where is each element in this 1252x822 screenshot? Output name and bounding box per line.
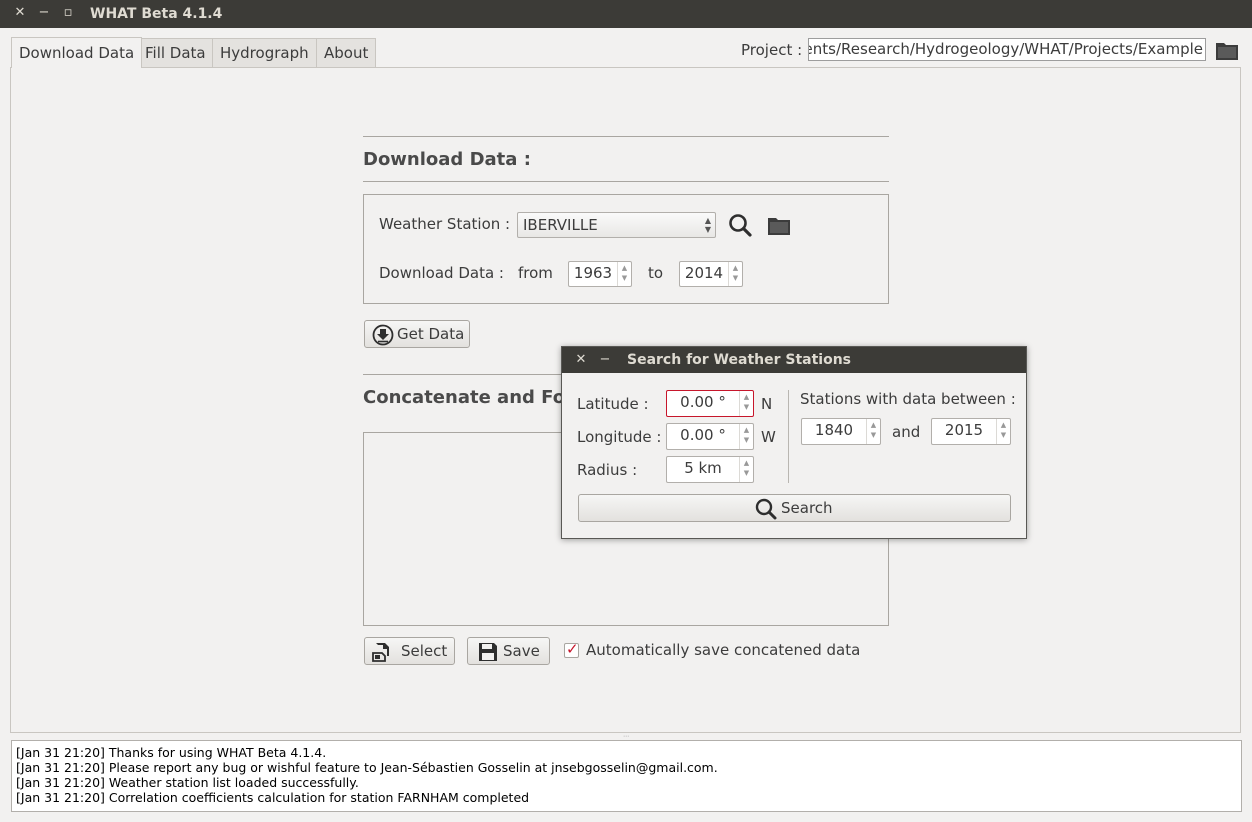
- console-log: [Jan 31 21:20] Thanks for using WHAT Bet…: [11, 740, 1242, 812]
- checkmark-icon: ✓: [566, 640, 579, 658]
- tab-hydrograph[interactable]: Hydrograph: [212, 38, 317, 68]
- dialog-close-icon[interactable]: ✕: [574, 352, 588, 368]
- longitude-label: Longitude :: [577, 428, 662, 446]
- longitude-value: 0.00 °: [680, 426, 726, 444]
- project-path-text: ents/Research/Hydrogeology/WHAT/Projects…: [808, 40, 1203, 58]
- download-section-title: Download Data :: [363, 149, 531, 170]
- save-icon: [477, 641, 499, 663]
- project-label: Project :: [741, 41, 803, 59]
- select-files-icon: [371, 641, 393, 663]
- select-label: Select: [401, 642, 448, 660]
- latitude-spinbox[interactable]: 0.00 ° ▲ ▼: [666, 390, 754, 417]
- save-button[interactable]: Save: [467, 637, 550, 665]
- spin-arrows-icon[interactable]: ▲ ▼: [739, 424, 753, 449]
- download-icon: [372, 324, 394, 346]
- from-label: from: [518, 264, 553, 282]
- to-label: to: [648, 264, 664, 282]
- search-stations-icon[interactable]: [727, 212, 753, 238]
- latitude-value: 0.00 °: [680, 393, 726, 411]
- weather-station-label: Weather Station :: [379, 215, 511, 233]
- station-year-from-spinbox[interactable]: 1840 ▲ ▼: [801, 418, 881, 445]
- save-label: Save: [503, 642, 540, 660]
- station-year-to-spinbox[interactable]: 2015 ▲ ▼: [931, 418, 1011, 445]
- download-data-range-label: Download Data :: [379, 264, 504, 282]
- download-settings-box: [363, 194, 889, 304]
- dialog-minimize-icon[interactable]: −: [598, 352, 612, 368]
- year-to-spinbox[interactable]: 2014 ▲ ▼: [679, 261, 743, 287]
- console-line: [Jan 31 21:20] Correlation coefficients …: [16, 790, 530, 805]
- and-label: and: [892, 423, 921, 441]
- weather-station-combobox[interactable]: IBERVILLE ▲ ▼: [517, 212, 716, 238]
- spin-arrows-icon[interactable]: ▲ ▼: [739, 457, 753, 482]
- search-weather-stations-dialog: ✕ − Search for Weather Stations Latitude…: [561, 346, 1027, 539]
- radius-label: Radius :: [577, 461, 638, 479]
- dialog-title: Search for Weather Stations: [627, 352, 852, 368]
- window-titlebar: ✕ − ▫ WHAT Beta 4.1.4: [0, 0, 1252, 28]
- project-path-field[interactable]: ents/Research/Hydrogeology/WHAT/Projects…: [808, 38, 1206, 61]
- combo-arrows-icon: ▲ ▼: [704, 216, 711, 234]
- tab-fill-data[interactable]: Fill Data: [137, 38, 214, 68]
- spin-arrows-icon[interactable]: ▲ ▼: [617, 262, 631, 286]
- project-folder-icon[interactable]: [1214, 37, 1240, 63]
- spin-arrows-icon[interactable]: ▲ ▼: [739, 391, 753, 416]
- year-to-value: 2014: [684, 264, 724, 282]
- search-label: Search: [781, 499, 833, 517]
- maximize-window-icon[interactable]: ▫: [60, 5, 76, 21]
- minimize-window-icon[interactable]: −: [36, 5, 52, 21]
- search-button[interactable]: Search: [578, 494, 1011, 522]
- window-title: WHAT Beta 4.1.4: [90, 6, 223, 22]
- station-year-from-value: 1840: [814, 421, 854, 439]
- latitude-label: Latitude :: [577, 395, 649, 413]
- year-from-spinbox[interactable]: 1963 ▲ ▼: [568, 261, 632, 287]
- console-line: [Jan 31 21:20] Thanks for using WHAT Bet…: [16, 745, 327, 760]
- tab-download-data[interactable]: Download Data: [11, 37, 143, 68]
- get-data-button[interactable]: Get Data: [364, 320, 470, 348]
- tab-about[interactable]: About: [316, 38, 377, 68]
- get-data-label: Get Data: [397, 325, 465, 343]
- year-from-value: 1963: [573, 264, 613, 282]
- auto-save-label: Automatically save concatened data: [586, 641, 861, 659]
- longitude-unit: W: [761, 428, 776, 446]
- station-year-to-value: 2015: [944, 421, 984, 439]
- close-window-icon[interactable]: ✕: [12, 5, 28, 21]
- dialog-titlebar: ✕ − Search for Weather Stations: [562, 347, 1026, 373]
- radius-spinbox[interactable]: 5 km ▲ ▼: [666, 456, 754, 483]
- select-files-button[interactable]: Select: [364, 637, 455, 665]
- console-line: [Jan 31 21:20] Please report any bug or …: [16, 760, 718, 775]
- console-line: [Jan 31 21:20] Weather station list load…: [16, 775, 359, 790]
- concatenate-section-title: Concatenate and Fo: [363, 387, 566, 408]
- open-station-list-folder-icon[interactable]: [766, 212, 792, 238]
- spin-arrows-icon[interactable]: ▲ ▼: [866, 419, 880, 444]
- weather-station-value: IBERVILLE: [523, 216, 598, 234]
- search-icon: [754, 497, 778, 521]
- spin-arrows-icon[interactable]: ▲ ▼: [728, 262, 742, 286]
- stations-with-data-label: Stations with data between :: [800, 390, 1016, 408]
- radius-value: 5 km: [684, 459, 722, 477]
- auto-save-checkbox[interactable]: ✓: [564, 640, 579, 658]
- spin-arrows-icon[interactable]: ▲ ▼: [996, 419, 1010, 444]
- latitude-unit: N: [761, 395, 773, 413]
- section-divider: [363, 136, 889, 137]
- dialog-vertical-separator: [788, 390, 789, 483]
- section-divider: [363, 181, 889, 182]
- longitude-spinbox[interactable]: 0.00 ° ▲ ▼: [666, 423, 754, 450]
